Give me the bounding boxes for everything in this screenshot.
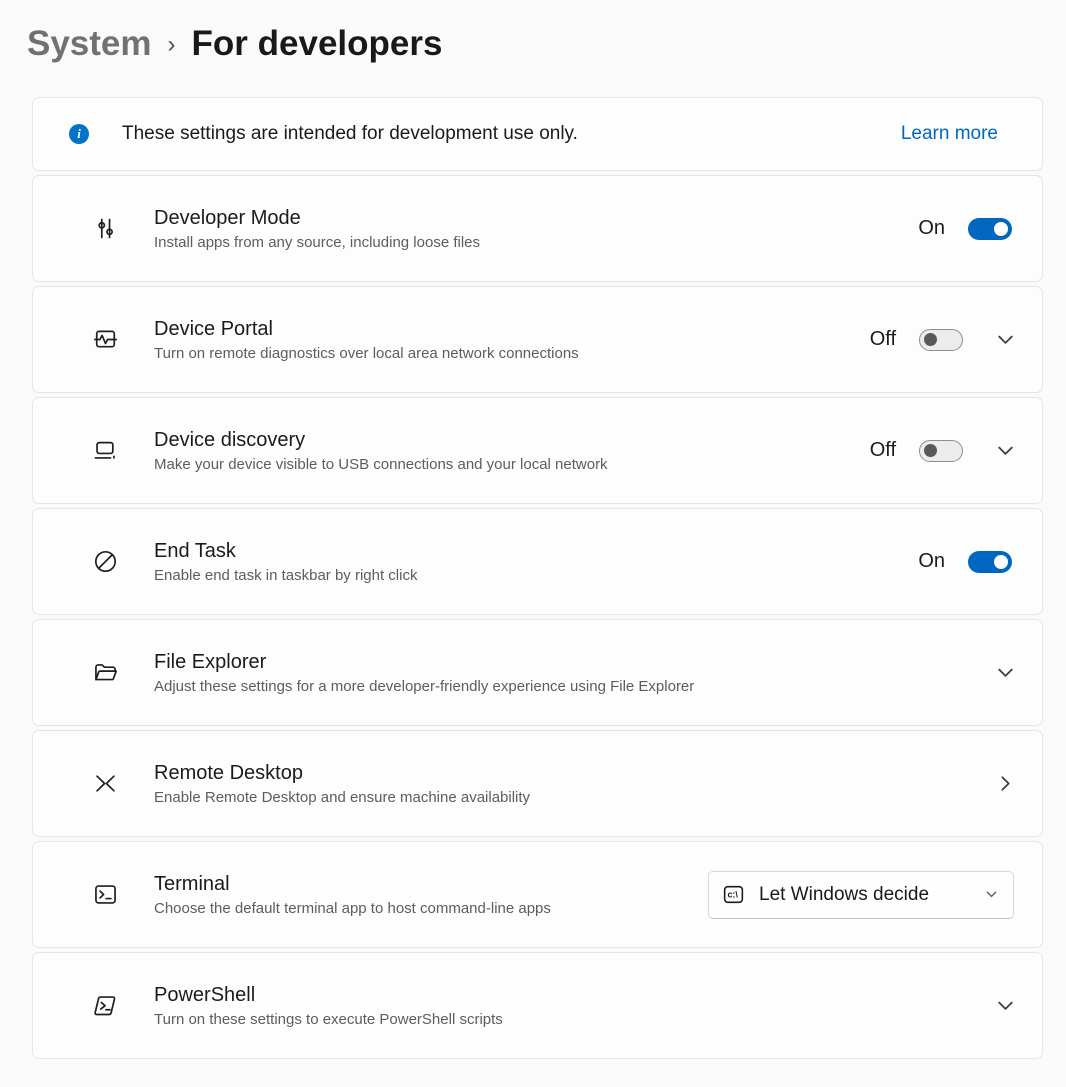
setting-subtitle: Make your device visible to USB connecti… (154, 456, 870, 473)
setting-row-developer-mode: Developer Mode Install apps from any sou… (32, 175, 1043, 282)
breadcrumb: System › For developers (27, 24, 1043, 64)
setting-text: Developer Mode Install apps from any sou… (154, 207, 918, 251)
powershell-expander[interactable] (992, 993, 1018, 1019)
terminal-app-dropdown[interactable]: c:\ Let Windows decide (708, 871, 1014, 919)
setting-title: Device discovery (154, 429, 870, 452)
remote-desktop-navigate[interactable] (992, 771, 1018, 797)
file-explorer-icon (91, 659, 119, 687)
terminal-icon (91, 881, 119, 909)
setting-subtitle: Turn on these settings to execute PowerS… (154, 1011, 992, 1028)
setting-title: Terminal (154, 873, 708, 896)
chevron-right-icon (995, 773, 1016, 794)
file-explorer-expander[interactable] (992, 660, 1018, 686)
chevron-down-icon (995, 662, 1016, 683)
command-prompt-icon: c:\ (721, 882, 746, 907)
setting-row-powershell[interactable]: PowerShell Turn on these settings to exe… (32, 952, 1043, 1059)
setting-text: Device Portal Turn on remote diagnostics… (154, 318, 870, 362)
setting-row-file-explorer[interactable]: File Explorer Adjust these settings for … (32, 619, 1043, 726)
developer-mode-icon (91, 215, 119, 243)
device-discovery-toggle[interactable] (919, 440, 963, 462)
setting-subtitle: Turn on remote diagnostics over local ar… (154, 345, 870, 362)
learn-more-link[interactable]: Learn more (901, 123, 998, 145)
breadcrumb-separator-icon: › (168, 31, 176, 59)
setting-row-end-task: End Task Enable end task in taskbar by r… (32, 508, 1043, 615)
setting-row-remote-desktop[interactable]: Remote Desktop Enable Remote Desktop and… (32, 730, 1043, 837)
developer-mode-toggle[interactable] (968, 218, 1012, 240)
setting-subtitle: Adjust these settings for a more develop… (154, 678, 992, 695)
setting-text: PowerShell Turn on these settings to exe… (154, 984, 992, 1028)
device-discovery-icon (91, 437, 119, 465)
svg-text:c:\: c:\ (727, 890, 738, 900)
setting-text: End Task Enable end task in taskbar by r… (154, 540, 918, 584)
setting-subtitle: Install apps from any source, including … (154, 234, 918, 251)
setting-title: Developer Mode (154, 207, 918, 230)
page-title: For developers (192, 24, 443, 64)
setting-title: End Task (154, 540, 918, 563)
chevron-down-icon (984, 887, 999, 902)
remote-desktop-icon (91, 770, 119, 798)
setting-title: PowerShell (154, 984, 992, 1007)
end-task-toggle[interactable] (968, 551, 1012, 573)
setting-text: File Explorer Adjust these settings for … (154, 651, 992, 695)
setting-title: Remote Desktop (154, 762, 992, 785)
toggle-state-label: On (918, 217, 945, 240)
device-portal-toggle[interactable] (919, 329, 963, 351)
toggle-state-label: Off (870, 439, 896, 462)
setting-text: Terminal Choose the default terminal app… (154, 873, 708, 917)
setting-text: Device discovery Make your device visibl… (154, 429, 870, 473)
end-task-icon (91, 548, 119, 576)
device-portal-icon (91, 326, 119, 354)
info-icon: i (69, 124, 89, 144)
device-discovery-expander[interactable] (992, 438, 1018, 464)
setting-row-device-discovery: Device discovery Make your device visibl… (32, 397, 1043, 504)
powershell-icon (91, 992, 119, 1020)
setting-subtitle: Enable end task in taskbar by right clic… (154, 567, 918, 584)
setting-title: Device Portal (154, 318, 870, 341)
setting-text: Remote Desktop Enable Remote Desktop and… (154, 762, 992, 806)
breadcrumb-parent[interactable]: System (27, 24, 152, 64)
chevron-down-icon (995, 995, 1016, 1016)
info-banner: i These settings are intended for develo… (32, 97, 1043, 171)
setting-row-device-portal: Device Portal Turn on remote diagnostics… (32, 286, 1043, 393)
device-portal-expander[interactable] (992, 327, 1018, 353)
setting-subtitle: Enable Remote Desktop and ensure machine… (154, 789, 992, 806)
setting-row-terminal: Terminal Choose the default terminal app… (32, 841, 1043, 948)
info-banner-text: These settings are intended for developm… (122, 123, 578, 145)
chevron-down-icon (995, 440, 1016, 461)
chevron-down-icon (995, 329, 1016, 350)
settings-list: i These settings are intended for develo… (32, 97, 1043, 1059)
toggle-state-label: Off (870, 328, 896, 351)
setting-subtitle: Choose the default terminal app to host … (154, 900, 708, 917)
toggle-state-label: On (918, 550, 945, 573)
dropdown-selected-value: Let Windows decide (759, 884, 929, 906)
setting-title: File Explorer (154, 651, 992, 674)
